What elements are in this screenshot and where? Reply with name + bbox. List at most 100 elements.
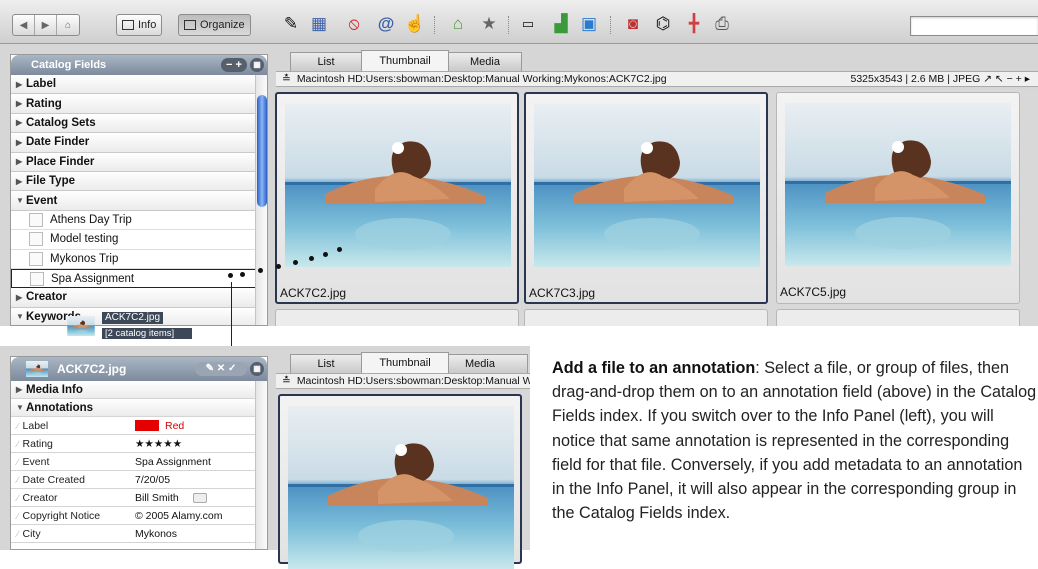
catalog-scrollbar[interactable] [255,75,267,325]
catalog-field-label[interactable]: ▶ Label [11,75,257,95]
no-entry-icon[interactable]: ⦸ [343,13,365,35]
up-arrow-icon[interactable]: ≛ [282,375,291,387]
field-label: File Type [26,175,75,188]
add-remove-field-button[interactable]: − + [221,58,247,72]
disclosure-right-icon[interactable]: ▶ [16,80,26,89]
connector-dot [337,247,342,252]
disclosure-down-icon[interactable]: ▼ [16,196,26,205]
item-checkbox[interactable] [29,232,43,247]
annotation-key: Label [11,420,135,432]
film-icon[interactable]: ▦ [308,13,330,35]
info-scrollbar[interactable] [255,381,267,549]
thumbnail-cell[interactable] [278,394,522,564]
catalog-field-file-type[interactable]: ▶ File Type [11,171,257,192]
annotation-row-event[interactable]: EventSpa Assignment [11,453,257,471]
adjust-icon[interactable]: ╋ [683,13,705,35]
back-icon[interactable]: ◀ [13,15,35,35]
annotation-row-date-created[interactable]: Date Created7/20/05 [11,471,257,489]
event-item[interactable]: Model testing [11,230,257,250]
catalog-field-date-finder[interactable]: ▶ Date Finder [11,133,257,153]
annotation-row-copyright[interactable]: Copyright Notice© 2005 Alamy.com [11,507,257,525]
chart-icon[interactable]: ▟ [550,13,572,35]
item-checkbox[interactable] [29,212,43,227]
annotation-value[interactable]: Bill Smith [135,492,257,504]
disclosure-right-icon[interactable]: ▶ [16,99,26,108]
label-color-swatch [135,420,159,432]
drag-count: [2 catalog items] [102,328,192,339]
annotation-row-city[interactable]: CityMykonos [11,525,257,543]
contact-card-icon[interactable] [192,492,207,503]
catalog-field-rating[interactable]: ▶ Rating [11,94,257,114]
home-icon[interactable]: ⌂ [57,15,79,35]
item-checkbox[interactable] [29,251,43,266]
text-field-icon[interactable]: ▭ [517,13,539,35]
connector-dot [258,268,263,273]
thumbnail-cell[interactable]: ACK7C5.jpg [776,92,1020,304]
stop-icon[interactable]: ◙ [622,13,644,35]
rating-stars[interactable]: ★★★★★ [135,438,257,450]
annotation-value[interactable]: Red [135,420,257,432]
section-label: Annotations [26,401,94,414]
catalog-field-event[interactable]: ▼ Event [11,191,257,211]
disclosure-right-icon[interactable]: ▶ [16,177,26,186]
annotation-value[interactable]: Mykonos [135,528,257,540]
catalog-field-catalog-sets[interactable]: ▶ Catalog Sets [11,113,257,134]
forward-icon[interactable]: ▶ [35,15,57,35]
disclosure-right-icon[interactable]: ▶ [16,385,26,394]
hand-icon[interactable]: ☝ [404,13,426,35]
annotation-value[interactable]: Spa Assignment [135,456,257,468]
annotation-value[interactable]: © 2005 Alamy.com [135,510,257,522]
tab-media[interactable]: Media [448,52,522,71]
catalog-field-creator[interactable]: ▶ Creator [11,288,257,308]
thumbnail-cell-partial[interactable] [776,309,1020,326]
panel-options-icon[interactable]: ▦ [250,58,264,72]
annotations-section[interactable]: ▼ Annotations [11,399,257,417]
thumbnail-cell-partial[interactable] [524,309,768,326]
item-checkbox[interactable] [30,271,44,286]
disclosure-right-icon[interactable]: ▶ [16,138,26,147]
annotation-row-label[interactable]: Label Red [11,417,257,435]
tab-list[interactable]: List [290,52,362,71]
creator-value: Bill Smith [135,491,179,504]
bag-icon[interactable]: ⌂ [447,13,469,35]
callout-body: : Select a file, or group of files, then… [552,359,1037,523]
toolbar-divider [610,16,611,34]
thumbnail-cell[interactable]: ACK7C2.jpg [275,92,519,304]
event-item-drop-target[interactable]: Spa Assignment [11,268,257,289]
disclosure-down-icon[interactable]: ▼ [16,312,26,321]
search-input[interactable] [910,16,1038,36]
annotation-row-creator[interactable]: CreatorBill Smith [11,489,257,507]
tab-thumbnail[interactable]: Thumbnail [361,352,449,373]
photo-icon[interactable]: ▣ [578,13,600,35]
organize-button[interactable]: Organize [178,14,251,36]
field-label: Label [26,78,57,91]
panel-options-icon[interactable]: ▦ [250,362,264,376]
pencil-icon[interactable]: ✎ [280,13,302,35]
field-label: Place Finder [26,155,95,168]
star-icon[interactable]: ★ [478,13,500,35]
thumbnail-cell-partial[interactable] [275,309,519,326]
event-item[interactable]: Mykonos Trip [11,249,257,269]
up-arrow-icon[interactable]: ≛ [282,73,291,85]
printer-icon[interactable]: ⎙ [711,13,733,35]
tab-list[interactable]: List [290,354,362,373]
media-info-section[interactable]: ▶ Media Info [11,381,257,399]
annotation-value[interactable]: 7/20/05 [135,474,257,486]
event-item[interactable]: Athens Day Trip [11,210,257,231]
disclosure-right-icon[interactable]: ▶ [16,293,26,302]
disclosure-right-icon[interactable]: ▶ [16,157,26,166]
info-button[interactable]: Info [116,14,163,36]
at-icon[interactable]: @ [375,13,397,35]
catalog-field-place-finder[interactable]: ▶ Place Finder [11,152,257,172]
scroll-thumb[interactable] [257,95,267,207]
tab-thumbnail[interactable]: Thumbnail [361,50,449,71]
glasses-icon[interactable]: ⌬ [652,13,674,35]
disclosure-down-icon[interactable]: ▼ [16,403,26,412]
tab-media[interactable]: Media [448,354,528,373]
info-panel-title: ACK7C2.jpg [57,362,127,376]
annotation-row-rating[interactable]: Rating★★★★★ [11,435,257,453]
edit-controls[interactable]: ✎ ✕ ✓ [195,362,247,376]
disclosure-right-icon[interactable]: ▶ [16,118,26,127]
thumbnail-grid: ACK7C2.jpg ACK7C3.jpg ACK7C5.jpg [275,89,1038,326]
thumbnail-cell[interactable]: ACK7C3.jpg [524,92,768,304]
